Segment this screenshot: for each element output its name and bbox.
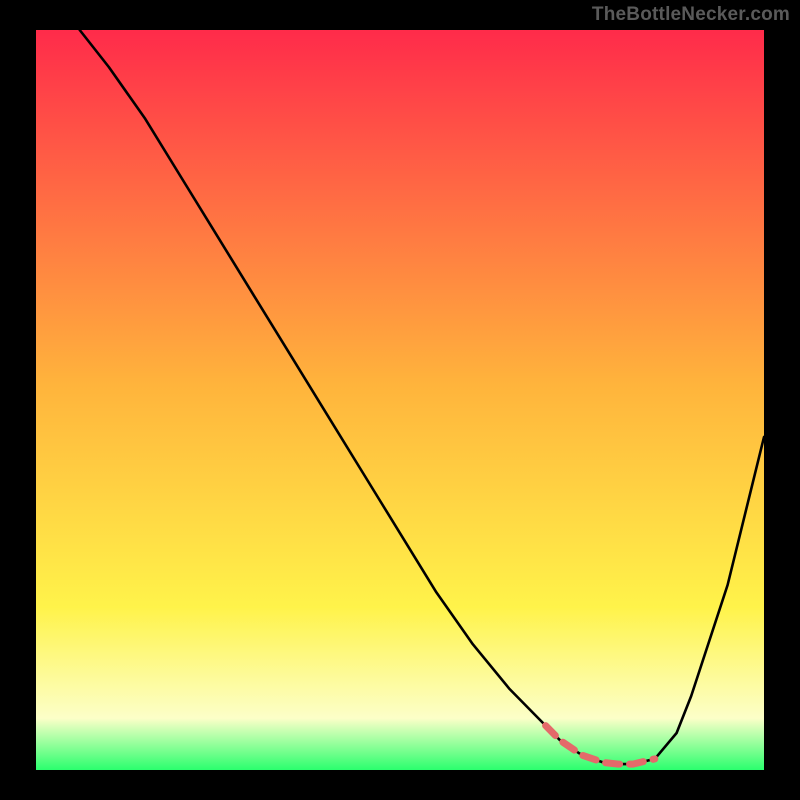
bottleneck-chart	[0, 0, 800, 800]
chart-container: TheBottleNecker.com	[0, 0, 800, 800]
plot-area	[36, 30, 764, 770]
